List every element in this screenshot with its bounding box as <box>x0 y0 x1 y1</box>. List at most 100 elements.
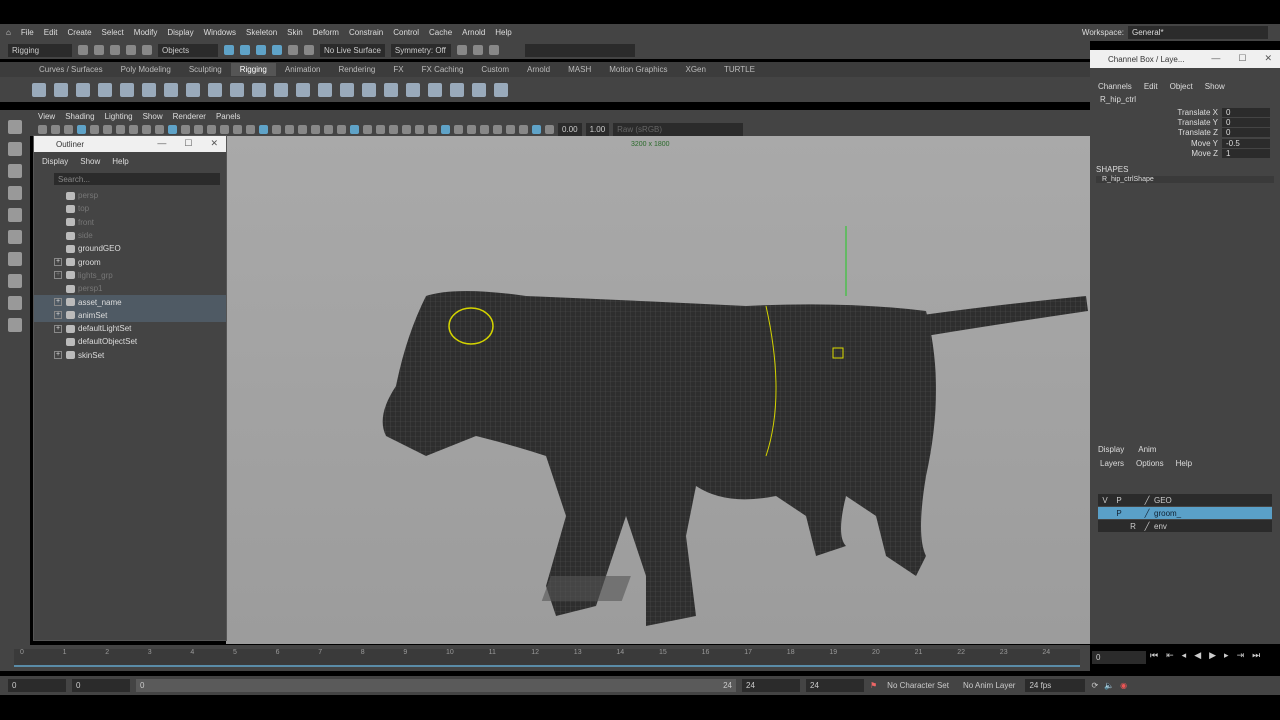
layout-four-icon[interactable] <box>8 274 22 288</box>
start-time-field[interactable]: 0 <box>8 679 66 692</box>
menu-set-select[interactable]: Rigging <box>8 43 72 57</box>
lasso-tool-icon[interactable] <box>8 142 22 156</box>
shelf-tool-icon[interactable] <box>472 82 486 97</box>
panel-tool-icon[interactable] <box>454 124 463 134</box>
step-forward-icon[interactable]: ▸ <box>1224 650 1229 661</box>
panel-tool-icon[interactable] <box>545 124 554 134</box>
shelf-tool-icon[interactable] <box>120 82 134 97</box>
snap-point-icon[interactable] <box>256 45 266 55</box>
panel-tool-icon[interactable] <box>246 124 255 134</box>
display-layer-row[interactable]: R ╱ env <box>1098 520 1272 533</box>
shelf-tab-xgen[interactable]: XGen <box>676 65 714 74</box>
panel-tool-icon[interactable] <box>77 124 86 134</box>
panel-tool-icon[interactable] <box>272 124 281 134</box>
new-scene-icon[interactable] <box>78 45 88 55</box>
layer-color-swatch[interactable]: ╱ <box>1140 509 1154 518</box>
playback-start-field[interactable]: 0 <box>72 679 130 692</box>
channel-menu-object[interactable]: Object <box>1170 82 1193 91</box>
redo-icon[interactable] <box>142 45 152 55</box>
menu-file[interactable]: File <box>21 28 34 37</box>
panel-tool-icon[interactable] <box>116 124 125 134</box>
channel-menu-channels[interactable]: Channels <box>1098 82 1132 91</box>
panel-tool-icon[interactable] <box>506 124 515 134</box>
viewport[interactable]: 3200 x 1800 <box>226 136 1090 644</box>
panel-tool-icon[interactable] <box>90 124 99 134</box>
outliner-item[interactable]: + asset_name <box>34 295 226 309</box>
panel-tool-icon[interactable] <box>480 124 489 134</box>
menu-arnold[interactable]: Arnold <box>462 28 485 37</box>
outliner-item[interactable]: side <box>34 229 226 242</box>
panel-tool-icon[interactable] <box>519 124 528 134</box>
menu-cache[interactable]: Cache <box>429 28 452 37</box>
maximize-button[interactable]: ☐ <box>184 138 192 149</box>
shelf-tab-fx[interactable]: FX <box>384 65 412 74</box>
playback-toggle[interactable]: P <box>1112 509 1126 518</box>
channel-value-field[interactable]: 0 <box>1222 107 1270 117</box>
shelf-tab-rendering[interactable]: Rendering <box>329 65 384 74</box>
panel-menu-panels[interactable]: Panels <box>216 112 240 121</box>
shelf-tab-motion-graphics[interactable]: Motion Graphics <box>600 65 676 74</box>
playback-toggle[interactable]: P <box>1112 496 1126 505</box>
expand-icon[interactable]: + <box>54 351 62 360</box>
panel-tool-icon[interactable] <box>441 124 450 134</box>
layer-menu-options[interactable]: Options <box>1136 459 1164 468</box>
menu-windows[interactable]: Windows <box>204 28 236 37</box>
shape-node[interactable]: R_hip_ctrlShape <box>1096 175 1274 183</box>
menu-deform[interactable]: Deform <box>313 28 339 37</box>
layer-menu-layers[interactable]: Layers <box>1100 459 1124 468</box>
panel-tool-icon[interactable] <box>285 124 294 134</box>
shelf-tab-arnold[interactable]: Arnold <box>518 65 559 74</box>
panel-menu-lighting[interactable]: Lighting <box>105 112 133 121</box>
panel-tool-icon[interactable] <box>220 124 229 134</box>
menu-help[interactable]: Help <box>495 28 511 37</box>
panel-menu-shading[interactable]: Shading <box>65 112 94 121</box>
layer-color-swatch[interactable]: ╱ <box>1140 522 1154 531</box>
snap-grid-icon[interactable] <box>224 45 234 55</box>
colorspace-select[interactable]: Raw (sRGB) <box>613 122 744 136</box>
undo-icon[interactable] <box>126 45 136 55</box>
menu-skin[interactable]: Skin <box>287 28 303 37</box>
open-scene-icon[interactable] <box>94 45 104 55</box>
panel-tool-icon[interactable] <box>207 124 216 134</box>
panel-tool-icon[interactable] <box>311 124 320 134</box>
scale-tool-icon[interactable] <box>8 230 22 244</box>
ipr-render-icon[interactable] <box>472 45 483 55</box>
shelf-tab-custom[interactable]: Custom <box>472 65 518 74</box>
lock-icon[interactable] <box>288 45 298 55</box>
shelf-tab-animation[interactable]: Animation <box>276 65 330 74</box>
outliner-item[interactable]: front <box>34 216 226 229</box>
go-to-end-icon[interactable]: ⏭ <box>1252 650 1260 661</box>
menu-control[interactable]: Control <box>393 28 419 37</box>
snap-view-icon[interactable] <box>272 45 282 55</box>
shelf-tool-icon[interactable] <box>54 82 68 97</box>
outliner-search-input[interactable]: Search... <box>54 173 220 185</box>
play-forward-icon[interactable]: ▶ <box>1209 650 1216 661</box>
panel-menu-renderer[interactable]: Renderer <box>173 112 206 121</box>
gamma-field[interactable]: 1.00 <box>585 122 610 136</box>
channel-row[interactable]: Translate Y 0 <box>1090 117 1280 128</box>
panel-tool-icon[interactable] <box>129 124 138 134</box>
panther-model[interactable] <box>226 136 1090 644</box>
loop-icon[interactable]: ⟳ <box>1091 681 1098 690</box>
panel-tool-icon[interactable] <box>103 124 112 134</box>
expand-icon[interactable]: + <box>54 298 62 307</box>
panel-tool-icon[interactable] <box>337 124 346 134</box>
channel-menu-show[interactable]: Show <box>1205 82 1225 91</box>
step-back-key-icon[interactable]: ⇤ <box>1166 650 1174 661</box>
minimize-button[interactable]: — <box>1211 53 1220 64</box>
panel-tool-icon[interactable] <box>142 124 151 134</box>
shelf-tool-icon[interactable] <box>318 82 332 97</box>
panel-tool-icon[interactable] <box>64 124 73 134</box>
workspace-select[interactable]: General* <box>1128 26 1268 39</box>
channel-row[interactable]: Move Y -0.5 <box>1090 138 1280 148</box>
panel-tool-icon[interactable] <box>324 124 333 134</box>
outliner-item[interactable]: + skinSet <box>34 349 226 362</box>
playback-end-field[interactable]: 24 <box>742 679 800 692</box>
maximize-button[interactable]: ☐ <box>1238 53 1246 64</box>
panel-tool-icon[interactable] <box>194 124 203 134</box>
panel-tool-icon[interactable] <box>38 124 47 134</box>
channel-row[interactable]: Move Z 1 <box>1090 149 1280 159</box>
shelf-tool-icon[interactable] <box>296 82 310 97</box>
panel-tool-icon[interactable] <box>363 124 372 134</box>
outliner-item[interactable]: + lights_grp <box>34 269 226 282</box>
